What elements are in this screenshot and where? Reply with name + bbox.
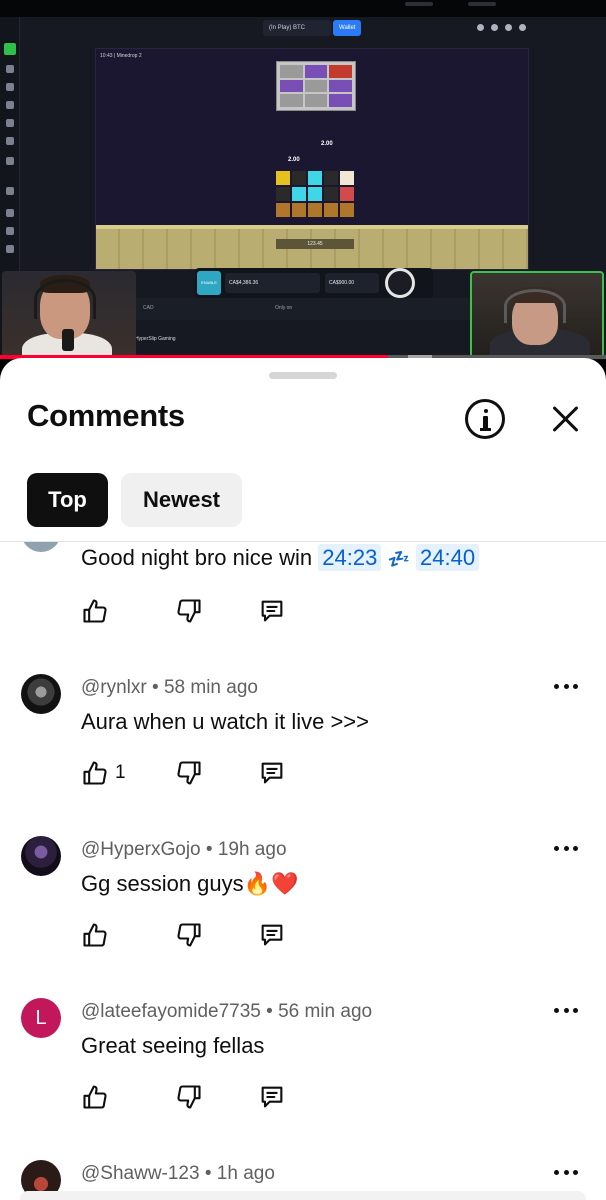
comment-meta: @rynlxr • 58 min ago [81,677,258,698]
dislike-icon[interactable] [175,921,203,949]
balance-pill: (In Play) BTC [263,20,331,36]
trophy-icon [6,227,14,235]
game-label: 123.45 [276,239,354,249]
like-count: 1 [115,762,126,783]
reply-icon[interactable] [258,921,286,949]
comment-meta: @lateefayomide7735 • 56 min ago [81,1001,373,1022]
comment-author[interactable]: @Shaww-123 [81,1163,200,1184]
avatar[interactable] [21,542,61,552]
avatar[interactable]: L [21,998,61,1038]
like-icon[interactable] [81,921,109,949]
comment-actions [81,921,311,949]
comment-time: 19h ago [217,839,287,860]
more-options-icon[interactable] [554,684,578,692]
close-icon[interactable] [549,402,583,436]
topbar-icons [477,24,526,31]
sports-icon [6,187,14,195]
user-icon [491,24,498,31]
timestamp-link[interactable]: 24:23 [318,544,382,571]
webcam-right [470,271,604,358]
casino-icon [6,65,14,73]
comment-author[interactable]: @HyperxGojo [81,839,201,860]
like-icon[interactable] [81,1083,109,1111]
comment-list: Good night bro nice win 24:23 💤 24:40 @r… [0,542,606,1200]
clock-icon [6,119,14,127]
comment-text: Gg session guys🔥❤️ [81,871,299,896]
comment-actions: 1 [81,759,311,787]
search-icon [477,24,484,31]
comment-actions [81,1083,311,1111]
like-icon[interactable] [81,759,109,787]
comment-time: 56 min ago [278,1001,373,1022]
reply-bar-edge [20,1191,586,1200]
multiplier-a: 2.00 [321,141,333,147]
comment-time: 1h ago [216,1163,275,1184]
game-canvas: 10:43 | Minedrop 2 2.00 2.00 123.45 [95,48,529,270]
spin-icon [385,268,415,298]
comment-text: Great seeing fellas [81,1033,265,1058]
comment-text: Aura when u watch it live >>> [81,709,369,734]
reply-icon[interactable] [258,759,286,787]
enable-button: ENABLE [197,271,221,295]
edit-icon [6,209,14,217]
like-icon[interactable] [81,597,109,625]
comment-meta: @Shaww-123 • 1h ago [81,1163,275,1184]
more-options-icon[interactable] [554,1008,578,1016]
chat-icon [6,157,14,165]
multiplier-b: 2.00 [288,157,300,163]
dislike-icon[interactable] [175,759,203,787]
bet-field-amount: CA$900.00 [325,273,379,293]
panel-icon [519,24,526,31]
bet-bar: ENABLE CA$4,386.36 CA$900.00 [195,268,433,298]
game-floor [96,229,528,269]
info-icon[interactable] [465,399,505,439]
heart-icon [6,101,14,109]
dislike-icon[interactable] [175,597,203,625]
filter-chip-top[interactable]: Top [27,473,108,527]
timestamp-link[interactable]: 24:40 [416,544,480,571]
lower-bar: CAD Only on [135,298,470,320]
lower-bar-label: Only on [274,305,293,311]
reply-icon[interactable] [258,597,286,625]
webcam-left [2,271,136,358]
status-strip [0,0,606,17]
bet-field-balance: CA$4,386.36 [225,273,320,293]
comment-author[interactable]: @lateefayomide7735 [81,1001,261,1022]
house-icon [6,245,14,253]
block-grid [276,171,354,217]
comments-sheet: Comments Top Newest Good night bro nice … [0,358,606,1200]
bell-icon [505,24,512,31]
comment-time: 58 min ago [163,677,258,698]
comment-text: Good night bro nice win 24:23 💤 24:40 [81,544,480,571]
settings-icon [6,137,14,145]
home-icon [4,43,16,55]
more-options-icon[interactable] [554,1170,578,1178]
comment-actions [81,597,311,625]
bookmark-icon [6,83,14,91]
currency-label: CAD [143,305,154,311]
video-player[interactable]: (In Play) BTC Wallet 10:43 | Minedrop 2 … [0,0,606,360]
sleep-emoji: 💤 [387,549,410,569]
game-title: 10:43 | Minedrop 2 [100,53,142,59]
dislike-icon[interactable] [175,1083,203,1111]
comment-author[interactable]: @rynlxr [81,677,147,698]
drag-handle[interactable] [269,372,337,379]
comments-title: Comments [27,398,185,433]
filter-chip-newest[interactable]: Newest [121,473,242,527]
avatar[interactable] [21,836,61,876]
inventory-grid [276,61,356,111]
reply-icon[interactable] [258,1083,286,1111]
comment-meta: @HyperxGojo • 19h ago [81,839,287,860]
stream-caption: HyperSlip Gaming [135,336,176,342]
wallet-button: Wallet [333,20,361,36]
avatar[interactable] [21,674,61,714]
more-options-icon[interactable] [554,846,578,854]
